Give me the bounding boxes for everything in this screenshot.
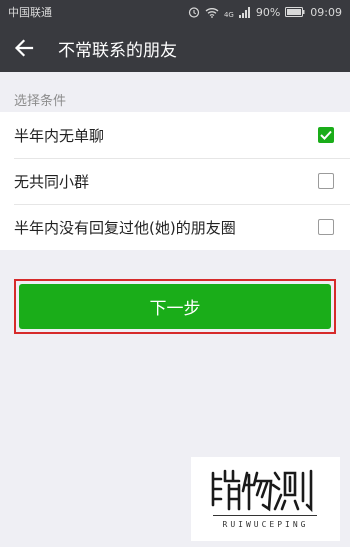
- option-no-moments-reply[interactable]: 半年内没有回复过他(她)的朋友圈: [0, 204, 350, 250]
- checkbox[interactable]: [318, 219, 334, 235]
- battery-icon: [285, 7, 305, 17]
- arrow-left-icon: [14, 39, 34, 57]
- signal-icon: [238, 6, 250, 18]
- watermark-divider: [213, 515, 317, 516]
- clock: 09:09: [310, 5, 342, 19]
- battery-percent: 90%: [255, 5, 281, 19]
- next-button-highlight: 下一步: [14, 279, 336, 334]
- next-button[interactable]: 下一步: [19, 284, 331, 329]
- watermark-logo: [211, 469, 313, 513]
- section-header: 选择条件: [14, 94, 67, 109]
- header: 不常联系的朋友: [0, 24, 350, 72]
- network-type-label: 4G: [223, 10, 234, 19]
- option-no-common-group[interactable]: 无共同小群: [0, 158, 350, 204]
- checkbox[interactable]: [318, 173, 334, 189]
- back-button[interactable]: [2, 24, 46, 72]
- checkmark-icon: [320, 130, 332, 140]
- option-no-private-chat[interactable]: 半年内无单聊: [0, 112, 350, 158]
- condition-list: 半年内无单聊 无共同小群 半年内没有回复过他(她)的朋友圈: [0, 112, 350, 250]
- option-label: 半年内没有回复过他(她)的朋友圈: [14, 218, 236, 237]
- status-indicators: 4G 90% 09:09: [188, 6, 342, 19]
- option-label: 无共同小群: [14, 172, 90, 191]
- wifi-icon: [205, 7, 219, 18]
- option-label: 半年内无单聊: [14, 126, 105, 145]
- page-title: 不常联系的朋友: [58, 40, 177, 61]
- watermark-caption: RUIWUCEPING: [222, 520, 309, 529]
- alarm-icon: [188, 7, 200, 18]
- status-bar: 中国联通 4G 90% 09:09: [0, 0, 350, 24]
- carrier-label: 中国联通: [8, 6, 52, 19]
- checkbox[interactable]: [318, 127, 334, 143]
- watermark: RUIWUCEPING: [191, 457, 340, 541]
